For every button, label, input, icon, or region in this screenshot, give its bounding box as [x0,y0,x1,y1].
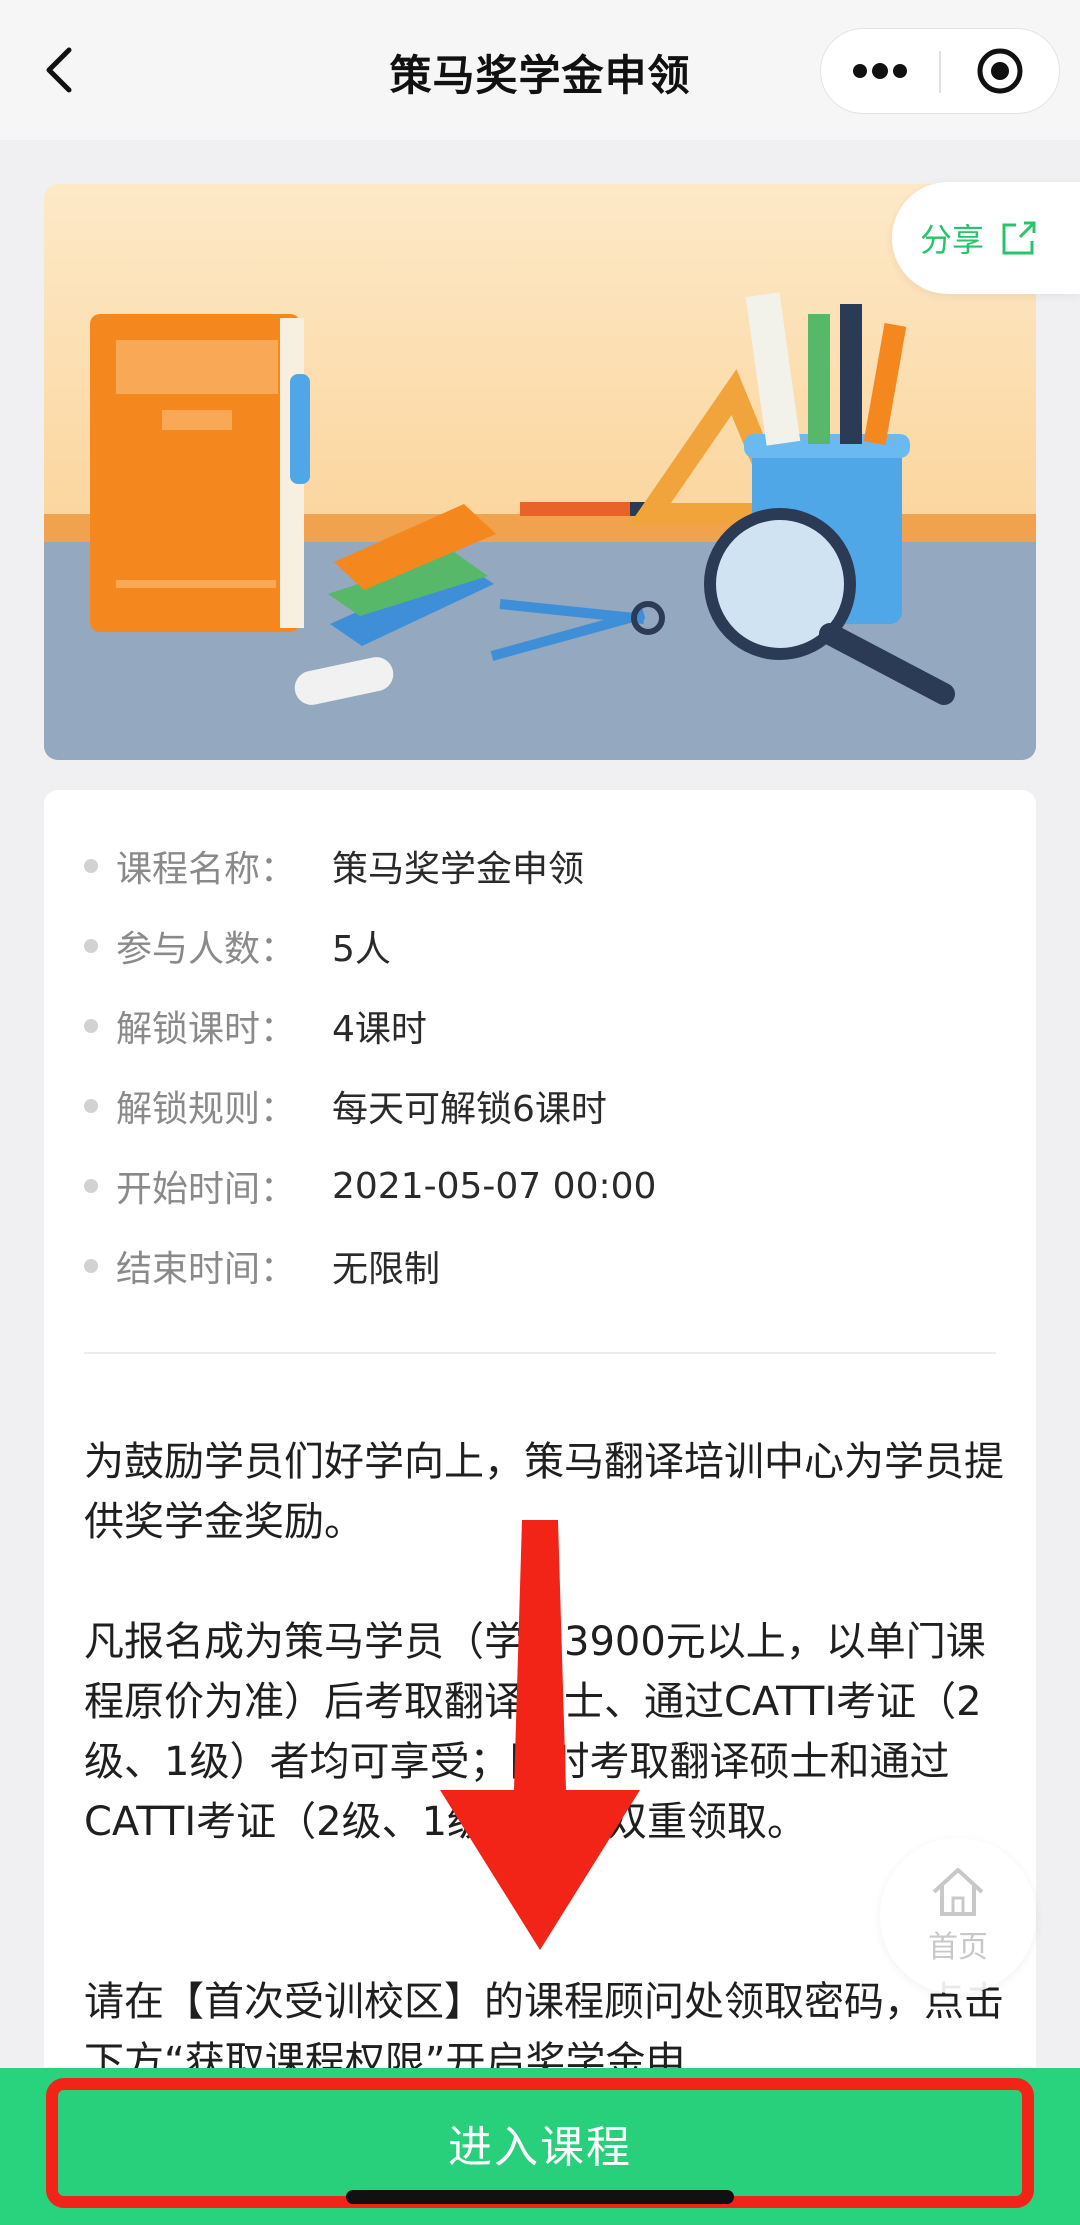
info-row-unlock-rule: 解锁规则： 每天可解锁6课时 [84,1076,607,1136]
share-icon [998,217,1040,259]
more-dots-icon [853,63,907,79]
info-label: 解锁规则： [116,1089,297,1130]
close-mini-program-button[interactable] [941,29,1059,113]
info-row-end-time: 结束时间： 无限制 [84,1236,440,1296]
mini-program-capsule [820,28,1060,114]
info-label: 解锁课时： [116,1009,297,1050]
info-label: 参与人数： [116,929,297,970]
home-label: 首页 [928,1930,988,1965]
info-value: 4课时 [332,1009,427,1050]
info-label: 课程名称： [116,849,297,890]
target-circle-icon [977,48,1023,94]
bullet-dot [84,1179,98,1193]
info-row-course-name: 课程名称： 策马奖学金申领 [84,836,584,896]
info-label: 结束时间： [116,1249,297,1290]
top-nav-bar: 策马奖学金申领 [0,0,1080,140]
course-banner-image [44,184,1036,760]
study-supplies-illustration [44,292,1036,760]
home-icon [932,1868,984,1916]
card-divider [84,1352,996,1354]
bullet-dot [84,939,98,953]
info-value: 策马奖学金申领 [332,849,585,890]
info-value: 每天可解锁6课时 [332,1089,607,1130]
bullet-dot [84,859,98,873]
info-label: 开始时间： [116,1169,297,1210]
home-button[interactable]: 首页 [880,1838,1036,1994]
info-value: 2021-05-07 00:00 [332,1165,657,1207]
bullet-dot [84,1099,98,1113]
info-value: 无限制 [332,1249,441,1290]
info-row-unlocked-lessons: 解锁课时： 4课时 [84,996,427,1056]
home-indicator [346,2190,734,2204]
info-row-participants: 参与人数： 5人 [84,916,391,976]
info-row-start-time: 开始时间： 2021-05-07 00:00 [84,1156,656,1216]
more-button[interactable] [821,29,939,113]
enter-course-label: 进入课程 [448,2122,632,2173]
share-label: 分享 [920,221,985,259]
bullet-dot [84,1259,98,1273]
info-value: 5人 [332,929,391,970]
enter-course-button[interactable]: 进入课程 [46,2078,1034,2208]
share-button[interactable]: 分享 [892,182,1080,294]
bullet-dot [84,1019,98,1033]
red-arrow-annotation [440,1520,640,1950]
